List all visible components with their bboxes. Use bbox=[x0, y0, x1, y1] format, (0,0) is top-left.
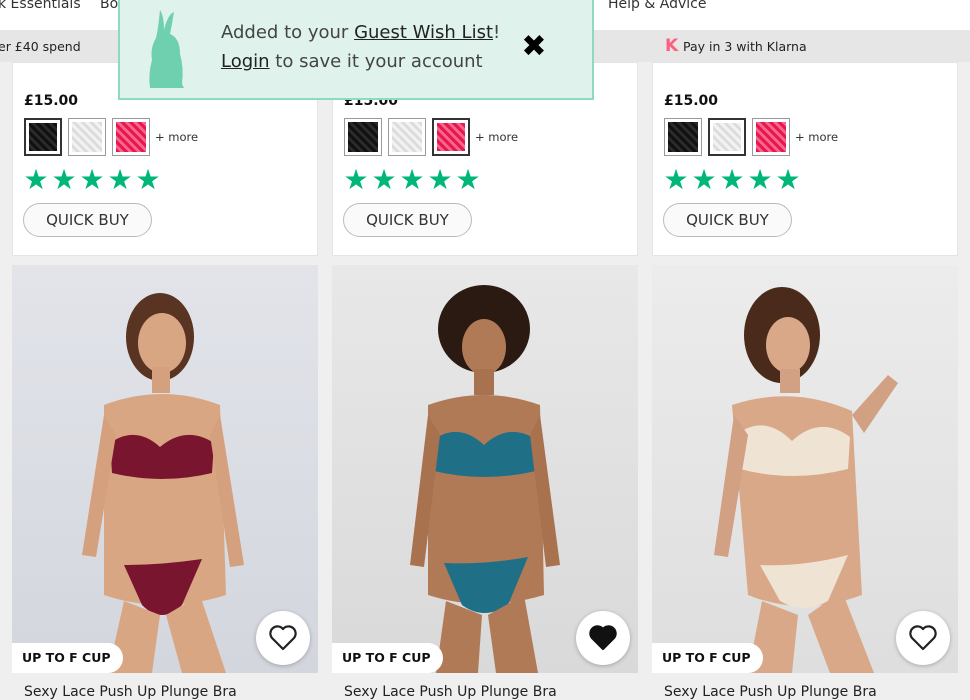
product-card: £15.00 + more ★ ★ ★ ★ ★ QUICK BUY bbox=[652, 62, 958, 256]
star-rating: ★ ★ ★ ★ ★ bbox=[663, 163, 801, 196]
swatch-white[interactable] bbox=[708, 118, 746, 156]
toast-prefix: Added to your bbox=[221, 22, 355, 43]
model-photo bbox=[410, 285, 560, 673]
wishlist-toast: Added to your Guest Wish List! Login to … bbox=[118, 0, 594, 100]
klarna-text[interactable]: Pay in 3 with Klarna bbox=[683, 39, 807, 54]
star-rating: ★ ★ ★ ★ ★ bbox=[23, 163, 161, 196]
more-colours-link[interactable]: + more bbox=[795, 130, 838, 144]
product-price: £15.00 bbox=[24, 93, 79, 109]
more-colours-link[interactable]: + more bbox=[475, 130, 518, 144]
star-icon: ★ bbox=[23, 163, 49, 196]
toast-message-line2: Login to save it your account bbox=[221, 51, 483, 72]
quick-buy-button[interactable]: QUICK BUY bbox=[343, 203, 472, 237]
klarna-logo: K bbox=[665, 36, 679, 56]
star-icon: ★ bbox=[719, 163, 745, 196]
star-icon: ★ bbox=[691, 163, 717, 196]
model-photo bbox=[714, 287, 898, 673]
heart-outline-icon bbox=[269, 625, 297, 651]
promo-spend-text: er £40 spend bbox=[0, 39, 81, 54]
swatch-black[interactable] bbox=[344, 118, 382, 156]
product-name[interactable]: Sexy Lace Push Up Plunge Bra bbox=[24, 684, 237, 700]
swatch-pink[interactable] bbox=[112, 118, 150, 156]
toast-save-text: to save it your account bbox=[269, 51, 483, 72]
cup-size-badge: UP TO F CUP bbox=[652, 643, 763, 673]
bunny-icon bbox=[149, 10, 184, 88]
more-colours-link[interactable]: + more bbox=[155, 130, 198, 144]
swatch-pink[interactable] bbox=[752, 118, 790, 156]
star-icon: ★ bbox=[343, 163, 369, 196]
star-rating: ★ ★ ★ ★ ★ bbox=[343, 163, 481, 196]
wishlist-button[interactable] bbox=[896, 611, 950, 665]
swatch-white[interactable] bbox=[388, 118, 426, 156]
product-price: £15.00 bbox=[664, 93, 719, 109]
product-image[interactable]: UP TO F CUP bbox=[652, 265, 958, 673]
heart-outline-icon bbox=[909, 625, 937, 651]
star-icon: ★ bbox=[427, 163, 453, 196]
cup-size-badge: UP TO F CUP bbox=[332, 643, 443, 673]
nav-item-essentials[interactable]: k Essentials bbox=[0, 0, 81, 12]
star-icon: ★ bbox=[107, 163, 133, 196]
guest-wishlist-link[interactable]: Guest Wish List bbox=[354, 22, 493, 43]
star-icon: ★ bbox=[663, 163, 689, 196]
model-photo bbox=[82, 293, 244, 673]
nav-item-bo[interactable]: Bo bbox=[100, 0, 118, 12]
close-icon[interactable]: ✖ bbox=[520, 32, 548, 62]
login-link[interactable]: Login bbox=[221, 51, 270, 72]
product-image[interactable]: UP TO F CUP bbox=[12, 265, 318, 673]
star-icon: ★ bbox=[79, 163, 105, 196]
star-icon: ★ bbox=[51, 163, 77, 196]
product-image[interactable]: UP TO F CUP bbox=[332, 265, 638, 673]
swatch-black[interactable] bbox=[664, 118, 702, 156]
star-icon: ★ bbox=[775, 163, 801, 196]
toast-exclaim: ! bbox=[493, 22, 501, 43]
swatch-white[interactable] bbox=[68, 118, 106, 156]
swatch-pink[interactable] bbox=[432, 118, 470, 156]
toast-message-line1: Added to your Guest Wish List! bbox=[221, 22, 500, 43]
star-icon: ★ bbox=[455, 163, 481, 196]
cup-size-badge: UP TO F CUP bbox=[12, 643, 123, 673]
star-icon: ★ bbox=[371, 163, 397, 196]
star-icon: ★ bbox=[135, 163, 161, 196]
nav-item-help[interactable]: Help & Advice bbox=[608, 0, 706, 12]
wishlist-button[interactable] bbox=[256, 611, 310, 665]
heart-filled-icon bbox=[589, 625, 617, 651]
star-icon: ★ bbox=[399, 163, 425, 196]
wishlist-button[interactable] bbox=[576, 611, 630, 665]
swatch-black[interactable] bbox=[24, 118, 62, 156]
quick-buy-button[interactable]: QUICK BUY bbox=[23, 203, 152, 237]
star-icon: ★ bbox=[747, 163, 773, 196]
quick-buy-button[interactable]: QUICK BUY bbox=[663, 203, 792, 237]
product-name[interactable]: Sexy Lace Push Up Plunge Bra bbox=[664, 684, 877, 700]
product-name[interactable]: Sexy Lace Push Up Plunge Bra bbox=[344, 684, 557, 700]
